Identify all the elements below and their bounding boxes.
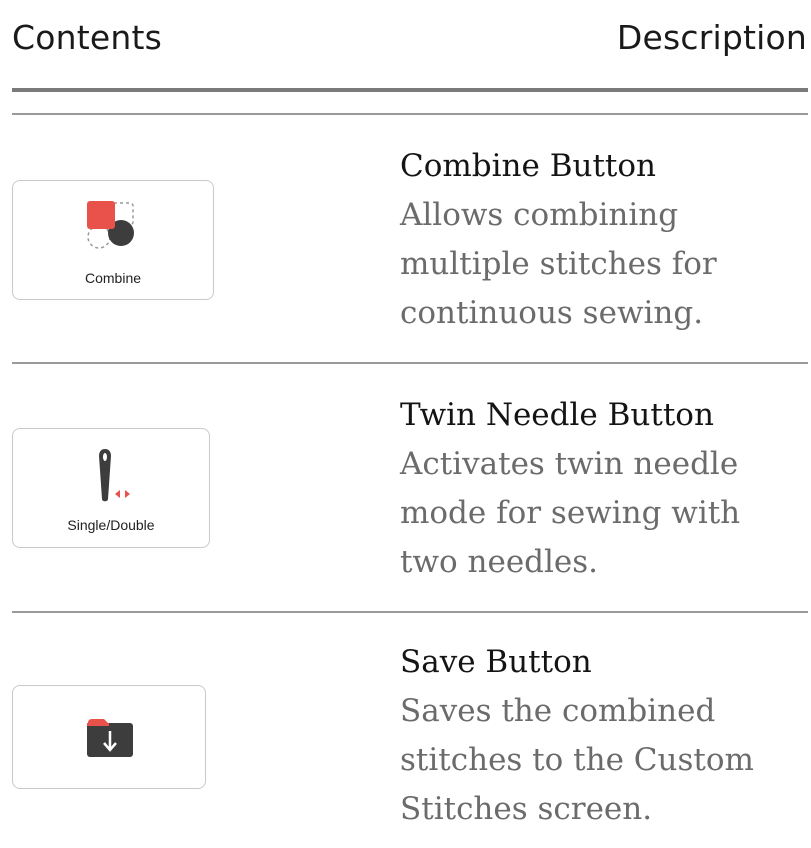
- combine-title: Combine Button: [400, 148, 656, 184]
- twin-needle-button-label: Single/Double: [67, 517, 155, 533]
- combine-button-label: Combine: [84, 270, 142, 286]
- description-line: stitches to the Custom: [400, 742, 754, 778]
- description-line: continuous sewing.: [400, 295, 704, 331]
- description-column-header: Description: [616, 18, 807, 57]
- save-folder-icon: [87, 719, 133, 757]
- table-row-combine: Combine Combine Button Allows combining …: [0, 114, 811, 362]
- contents-column-header: Contents: [12, 18, 163, 57]
- twin-needle-icon: [99, 449, 130, 502]
- twin-needle-title: Twin Needle Button: [400, 397, 714, 433]
- description-line: Allows combining: [400, 197, 679, 233]
- description-line: Activates twin needle: [400, 446, 739, 482]
- twin-needle-button[interactable]: Single/Double: [12, 428, 210, 548]
- combine-icon: [87, 201, 134, 249]
- description-line: Saves the combined: [400, 693, 716, 729]
- save-button[interactable]: [12, 685, 206, 789]
- description-line: Stitches screen.: [400, 791, 653, 827]
- table-row-twin-needle: Single/Double Twin Needle Button Activat…: [0, 364, 811, 611]
- description-line: two needles.: [400, 544, 599, 580]
- table-header: Contents Description: [0, 0, 811, 90]
- description-line: multiple stitches for: [400, 246, 717, 282]
- twin-needle-description: Twin Needle Button Activates twin needle…: [400, 391, 810, 587]
- save-title: Save Button: [400, 644, 592, 680]
- combine-button[interactable]: Combine: [12, 180, 214, 300]
- header-divider: [12, 88, 808, 92]
- combine-description: Combine Button Allows combining multiple…: [400, 142, 810, 338]
- description-line: mode for sewing with: [400, 495, 741, 531]
- table-row-save: Save Button Saves the combined stitches …: [0, 613, 811, 848]
- save-description: Save Button Saves the combined stitches …: [400, 638, 810, 834]
